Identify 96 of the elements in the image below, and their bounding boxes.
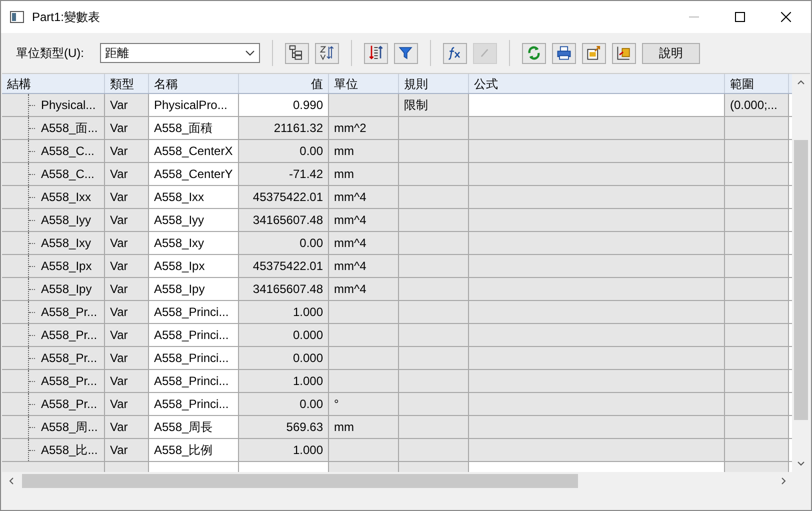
tree-item[interactable]: A558_面... <box>2 117 105 139</box>
table-cell: 34165607.48 <box>239 278 329 300</box>
tree-button[interactable] <box>285 42 309 64</box>
table-cell: Var <box>105 347 149 369</box>
table-cell: Var <box>105 393 149 415</box>
tree-item[interactable]: A558_C... <box>2 163 105 185</box>
table-cell: Var <box>105 117 149 139</box>
tree-item[interactable]: A558_比... <box>2 439 105 461</box>
scroll-down-icon[interactable] <box>797 461 805 466</box>
table-cell: 0.000 <box>239 324 329 346</box>
import-icon <box>615 44 633 62</box>
table-cell: 0.00 <box>239 393 329 415</box>
table-cell: 1.000 <box>239 301 329 323</box>
table-cell: mm^2 <box>329 117 399 139</box>
sort-order-icon <box>367 44 385 62</box>
table-cell: 0.00 <box>239 232 329 254</box>
table-cell: (0.000;... <box>725 94 789 116</box>
column-header[interactable]: 類型 <box>105 74 149 93</box>
sort-order-button[interactable] <box>364 42 388 64</box>
unit-type-label: 單位類型(U): <box>16 45 84 62</box>
horizontal-scrollbar[interactable] <box>2 472 810 490</box>
table-cell: Var <box>105 209 149 231</box>
table-cell: mm^4 <box>329 186 399 208</box>
tree-item[interactable]: A558_Ipy <box>2 278 105 300</box>
scroll-left-icon[interactable] <box>9 477 14 485</box>
table-cell: 0.00 <box>239 140 329 162</box>
table-cell: mm^4 <box>329 255 399 277</box>
table-cell: 0.000 <box>239 347 329 369</box>
printer-icon <box>555 44 573 62</box>
export-button[interactable] <box>582 42 606 64</box>
close-icon[interactable] <box>781 12 791 22</box>
app-icon <box>10 11 24 23</box>
tree-item[interactable]: A558_Pr... <box>2 324 105 346</box>
tree-item[interactable]: A558_Ipx <box>2 255 105 277</box>
tree-item[interactable]: A558_Pr... <box>2 347 105 369</box>
table-cell: ° <box>329 393 399 415</box>
table-cell: Var <box>105 439 149 461</box>
table-cell: 1.000 <box>239 370 329 392</box>
table-cell: 21161.32 <box>239 117 329 139</box>
table-cell: Var <box>105 163 149 185</box>
tree-item[interactable]: A558_Pr... <box>2 301 105 323</box>
table-cell: 1.000 <box>239 439 329 461</box>
tree-item[interactable]: A558_Ixx <box>2 186 105 208</box>
table-cell: Var <box>105 301 149 323</box>
table-cell: Var <box>105 232 149 254</box>
sort-icon <box>318 44 336 62</box>
tree-item[interactable]: A558_Pr... <box>2 370 105 392</box>
column-header[interactable]: 單位 <box>329 74 399 93</box>
table-cell: Var <box>105 416 149 438</box>
column-header[interactable]: 名稱 <box>149 74 239 93</box>
column-header[interactable]: 範圍 <box>725 74 789 93</box>
table-cell: 限制 <box>399 94 469 116</box>
filter-button[interactable] <box>394 42 418 64</box>
table-cell: Var <box>105 278 149 300</box>
tree-item[interactable]: A558_周... <box>2 416 105 438</box>
maximize-icon[interactable] <box>735 12 745 22</box>
unit-type-dropdown[interactable]: 距離 <box>100 43 260 63</box>
tree-item[interactable]: A558_Ixy <box>2 232 105 254</box>
column-header[interactable]: 公式 <box>469 74 725 93</box>
table-cell: Var <box>105 255 149 277</box>
window-title: Part1:變數表 <box>32 9 100 26</box>
table-cell: 569.63 <box>239 416 329 438</box>
vertical-scrollbar[interactable] <box>792 74 810 472</box>
scroll-up-icon[interactable] <box>797 80 805 85</box>
table-cell: 45375422.01 <box>239 255 329 277</box>
tree-item[interactable]: A558_Pr... <box>2 393 105 415</box>
import-button[interactable] <box>612 42 636 64</box>
table-cell: mm^4 <box>329 278 399 300</box>
table-cell: Var <box>105 324 149 346</box>
table-cell: Var <box>105 370 149 392</box>
sort-button[interactable] <box>315 42 339 64</box>
table-cell: 34165607.48 <box>239 209 329 231</box>
column-header[interactable]: 規則 <box>399 74 469 93</box>
column-header[interactable]: 結構 <box>2 74 105 93</box>
tree-item[interactable]: A558_Iyy <box>2 209 105 231</box>
help-button[interactable]: 說明 <box>642 42 700 64</box>
column-header[interactable]: 值 <box>239 74 329 93</box>
table-cell: mm^4 <box>329 232 399 254</box>
export-icon <box>585 44 603 62</box>
function-button[interactable] <box>443 42 467 64</box>
table-cell: mm <box>329 140 399 162</box>
table-cell: 45375422.01 <box>239 186 329 208</box>
tree-item[interactable]: Physical... <box>2 94 105 116</box>
printer-button[interactable] <box>552 42 576 64</box>
refresh-button[interactable] <box>522 42 546 64</box>
tree-item[interactable]: A558_C... <box>2 140 105 162</box>
table-cell: mm <box>329 163 399 185</box>
caret-icon <box>245 50 255 56</box>
filter-icon <box>397 44 415 62</box>
table-cell: Var <box>105 94 149 116</box>
scroll-right-icon[interactable] <box>781 477 786 485</box>
table-cell: mm <box>329 416 399 438</box>
table-cell: -71.42 <box>239 163 329 185</box>
table-cell: mm^4 <box>329 209 399 231</box>
table-cell: Var <box>105 140 149 162</box>
table-cell: Var <box>105 186 149 208</box>
